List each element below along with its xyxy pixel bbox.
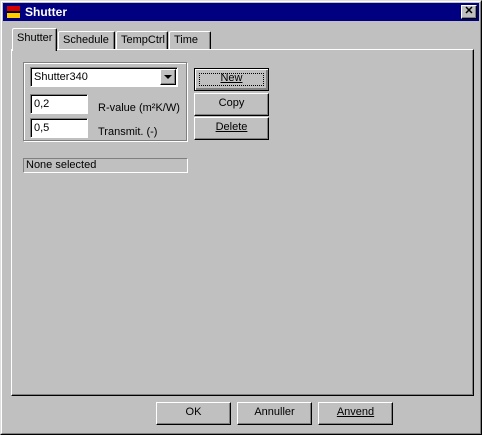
apply-button[interactable]: Anvend bbox=[318, 402, 393, 425]
r-value-text: 0,2 bbox=[34, 98, 50, 110]
copy-button-label: Copy bbox=[218, 97, 245, 109]
delete-button[interactable]: Delete bbox=[194, 117, 269, 140]
status-box: None selected bbox=[23, 158, 188, 173]
delete-button-label: Delete bbox=[215, 121, 248, 133]
apply-button-label: Anvend bbox=[336, 406, 375, 418]
ok-button-label: OK bbox=[185, 406, 202, 418]
transmit-label: Transmit. (-) bbox=[98, 126, 158, 138]
app-icon bbox=[7, 6, 20, 18]
shutter-combo-value: Shutter340 bbox=[34, 71, 88, 83]
transmit-field[interactable]: 0,5 bbox=[30, 118, 88, 138]
status-text: None selected bbox=[26, 159, 97, 171]
tab-time-label: Time bbox=[174, 34, 199, 46]
new-button-label: New bbox=[220, 72, 243, 84]
dialog-window: Shutter ✕ Shutter Schedule TempCtrl Time… bbox=[0, 0, 482, 435]
tab-tempctrl[interactable]: TempCtrl bbox=[116, 31, 168, 49]
close-button[interactable]: ✕ bbox=[461, 5, 477, 19]
tab-panel-shutter: Shutter340 0,2 R-value (m²K/W) 0,5 Trans… bbox=[11, 49, 474, 396]
tab-shutter[interactable]: Shutter bbox=[12, 28, 57, 51]
ok-button[interactable]: OK bbox=[156, 402, 231, 425]
close-icon: ✕ bbox=[464, 5, 474, 17]
copy-button[interactable]: Copy bbox=[194, 93, 269, 116]
r-value-field[interactable]: 0,2 bbox=[30, 94, 88, 114]
tab-schedule-label: Schedule bbox=[63, 34, 109, 46]
r-value-label: R-value (m²K/W) bbox=[98, 102, 180, 114]
tab-shutter-label: Shutter bbox=[17, 32, 53, 44]
chevron-down-icon[interactable] bbox=[160, 69, 176, 85]
shutter-combo[interactable]: Shutter340 bbox=[30, 67, 178, 87]
transmit-text: 0,5 bbox=[34, 122, 50, 134]
new-button[interactable]: New bbox=[194, 68, 269, 91]
window-title: Shutter bbox=[25, 5, 67, 19]
tab-tempctrl-label: TempCtrl bbox=[121, 34, 166, 46]
cancel-button[interactable]: Annuller bbox=[237, 402, 312, 425]
tab-schedule[interactable]: Schedule bbox=[58, 31, 115, 49]
tab-time[interactable]: Time bbox=[169, 31, 211, 49]
title-bar[interactable]: Shutter ✕ bbox=[3, 3, 479, 21]
cancel-button-label: Annuller bbox=[254, 406, 295, 418]
